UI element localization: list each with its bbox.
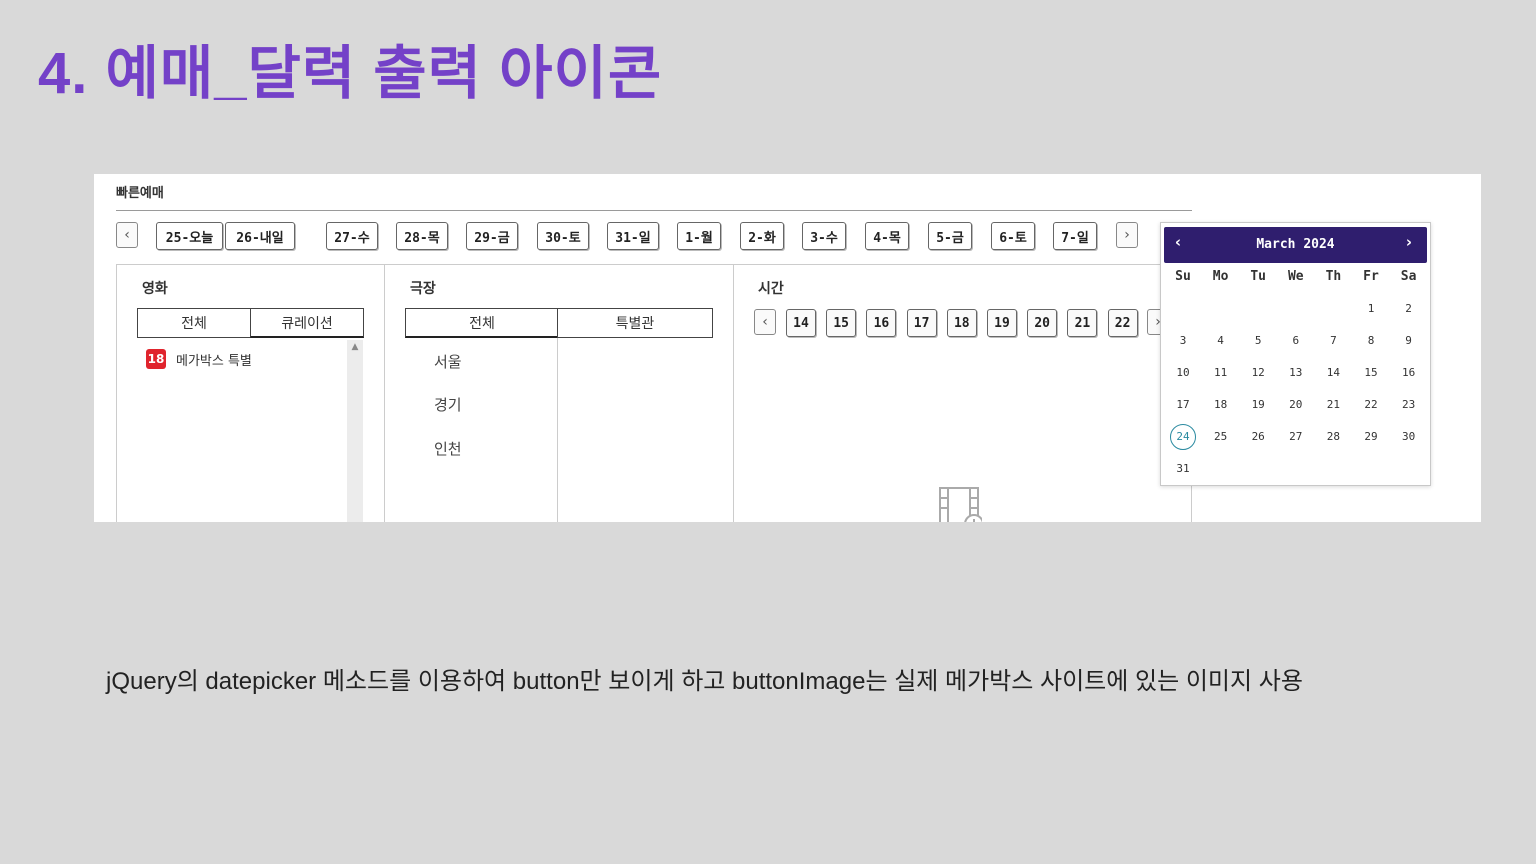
movie-panel-border [116,264,117,522]
age-rating-badge: 18 [146,349,166,369]
datepicker-day[interactable]: 19 [1245,392,1271,418]
datepicker-next-icon[interactable]: › [1399,233,1419,251]
scroll-up-arrow-icon[interactable]: ▲ [347,342,363,352]
theater-column-divider [557,338,558,522]
datepicker-day[interactable]: 18 [1208,392,1234,418]
datepicker-popup: ‹ March 2024 › Su Mo Tu We Th Fr Sa 1 2 3 4 5 6 7 8 9 10… [1160,222,1431,486]
datepicker-month-title: March 2024 [1256,237,1335,252]
datepicker-day[interactable]: 3 [1170,328,1196,354]
datepicker-day[interactable]: 16 [1396,360,1422,386]
date-button[interactable]: 6-토 [991,222,1035,250]
datepicker-day[interactable]: 27 [1283,424,1309,450]
datepicker-day[interactable]: 12 [1245,360,1271,386]
datepicker-day[interactable]: 28 [1320,424,1346,450]
hour-button[interactable]: 14 [786,309,816,337]
slide-title: 4. 예매_달력 출력 아이콘 [38,41,663,106]
datepicker-day[interactable]: 25 [1208,424,1234,450]
datepicker-day[interactable]: 31 [1170,456,1196,482]
date-button[interactable]: 31-일 [607,222,659,250]
datepicker-day[interactable]: 7 [1320,328,1346,354]
date-button[interactable]: 28-목 [396,222,448,250]
date-button[interactable]: 1-월 [677,222,721,250]
movie-tab-all[interactable]: 전체 [137,308,251,338]
date-prev-button[interactable]: ‹ [116,222,138,248]
hour-button[interactable]: 22 [1107,309,1138,337]
hour-button[interactable]: 18 [946,309,977,337]
datepicker-day[interactable]: 10 [1170,360,1196,386]
date-button[interactable]: 3-수 [802,222,846,250]
date-button[interactable]: 27-수 [326,222,378,250]
date-button[interactable]: 2-화 [740,222,784,250]
datepicker-day[interactable]: 26 [1245,424,1271,450]
datepicker-day[interactable]: 2 [1396,296,1422,322]
datepicker-today[interactable]: 24 [1170,424,1196,450]
date-button[interactable]: 30-토 [537,222,589,250]
booking-screenshot: 빠른예매 ‹ › 25-오늘 26-내일 27-수 28-목 29-금 30-토 31-일 1… [94,174,1481,522]
hour-button[interactable]: 16 [866,309,897,337]
hour-button[interactable]: 15 [826,309,857,337]
datepicker-day[interactable]: 21 [1320,392,1346,418]
datepicker-day[interactable]: 4 [1208,328,1234,354]
datepicker-day[interactable]: 9 [1396,328,1422,354]
date-button[interactable]: 5-금 [928,222,972,250]
weekday-label: Sa [1400,269,1417,284]
region-incheon[interactable]: 인천 [434,438,462,459]
datepicker-day[interactable]: 1 [1358,296,1384,322]
weekday-label: Th [1325,269,1342,284]
time-panel-heading: 시간 [758,281,784,297]
quick-booking-title: 빠른예매 [116,186,164,201]
weekday-label: Fr [1363,269,1379,284]
movie-title: 메가박스 특별 [176,353,252,369]
film-clock-icon [939,487,982,522]
datepicker-day[interactable]: 29 [1358,424,1384,450]
date-button[interactable]: 4-목 [865,222,909,250]
theater-tab-all[interactable]: 전체 [405,308,559,338]
title-divider [116,210,1192,211]
datepicker-day[interactable]: 6 [1283,328,1309,354]
datepicker-day[interactable]: 30 [1396,424,1422,450]
weekday-label: Tu [1250,269,1267,284]
movie-item[interactable]: 18 메가박스 특별 [146,349,252,369]
theater-tab-special[interactable]: 특별관 [557,308,713,338]
datepicker-day[interactable]: 15 [1358,360,1384,386]
datepicker-day[interactable]: 14 [1320,360,1346,386]
datepicker-day[interactable]: 20 [1283,392,1309,418]
date-next-button[interactable]: › [1116,222,1138,248]
date-button[interactable]: 7-일 [1053,222,1097,250]
hour-button[interactable]: 20 [1027,309,1058,337]
datepicker-header: ‹ March 2024 › [1164,227,1427,263]
time-panel-border [733,264,734,522]
weekday-label: We [1287,269,1304,284]
hour-button[interactable]: 21 [1067,309,1098,337]
movie-list-scrollbar[interactable]: ▲ [347,340,363,522]
datepicker-day[interactable]: 5 [1245,328,1271,354]
datepicker-day[interactable]: 11 [1208,360,1234,386]
weekday-label: Mo [1212,269,1229,284]
date-button[interactable]: 25-오늘 [156,222,223,250]
theater-panel-border [384,264,385,522]
datepicker-day[interactable]: 22 [1358,392,1384,418]
time-prev-button[interactable]: ‹ [754,309,776,335]
hour-button[interactable]: 19 [987,309,1017,337]
datepicker-day[interactable]: 17 [1170,392,1196,418]
datepicker-day[interactable]: 23 [1396,392,1422,418]
movie-tab-curation[interactable]: 큐레이션 [250,308,364,338]
weekday-label: Su [1175,269,1191,284]
panel-top-border [116,264,1192,265]
movie-panel-heading: 영화 [142,281,168,297]
datepicker-day[interactable]: 13 [1283,360,1309,386]
theater-panel-heading: 극장 [410,281,436,297]
hour-button[interactable]: 17 [906,309,937,337]
date-button[interactable]: 29-금 [466,222,518,250]
datepicker-day[interactable]: 8 [1358,328,1384,354]
date-button[interactable]: 26-내일 [225,222,295,250]
region-gyeonggi[interactable]: 경기 [434,394,462,415]
region-seoul[interactable]: 서울 [434,351,462,372]
slide-caption: jQuery의 datepicker 메소드를 이용하여 button만 보이게… [106,668,1303,695]
